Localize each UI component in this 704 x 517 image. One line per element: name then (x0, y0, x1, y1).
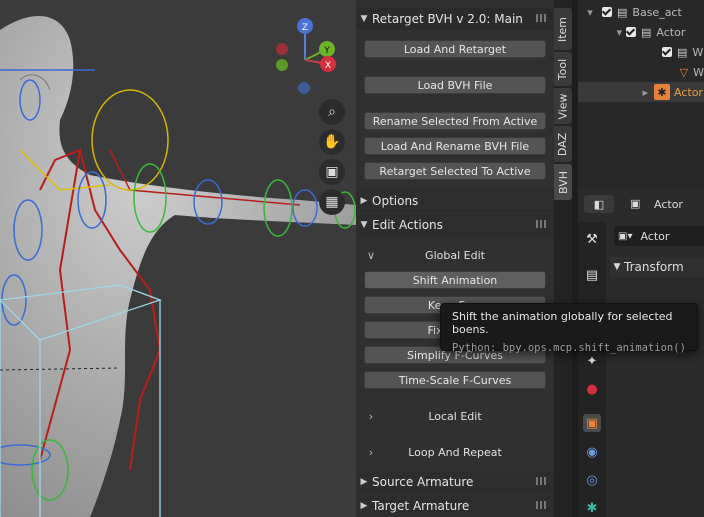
tab-bvh-label: BVH (556, 170, 570, 194)
outliner-label: Actor (656, 25, 686, 39)
chevron-down-icon: ▾ (616, 25, 622, 39)
load-and-retarget-button[interactable]: Load And Retarget (364, 40, 546, 58)
options-header[interactable]: ▶ Options (356, 190, 554, 212)
physics-icon[interactable]: ◎ (583, 471, 601, 489)
gizmo-y-label: Y (323, 46, 330, 56)
outliner-row[interactable]: ▤ W (578, 42, 704, 62)
edit-actions-header[interactable]: ▼ Edit Actions (356, 214, 554, 236)
tab-tool-label: Tool (556, 58, 570, 80)
expand-triangle-icon: ▶ (360, 196, 368, 206)
collapse-triangle-icon: ▼ (360, 14, 368, 24)
chevron-down-icon: ∨ (366, 248, 376, 262)
rename-selected-button[interactable]: Rename Selected From Active (364, 112, 546, 130)
outliner-row[interactable]: ▾ ▤ Actor (578, 22, 704, 42)
chevron-right-icon: › (368, 445, 374, 459)
gizmo-x-label: X (325, 61, 331, 71)
properties-icon: ◧ (593, 197, 605, 211)
tool-icon[interactable]: ⚒ (583, 230, 601, 248)
tab-view[interactable]: View (554, 88, 572, 124)
scene-icon[interactable]: ✦ (583, 352, 601, 370)
world-icon[interactable]: ● (583, 380, 601, 398)
transform-header[interactable]: ▼ Transform (610, 257, 704, 277)
outliner-row[interactable]: ▽ W (578, 62, 704, 82)
mesh-icon: ▽ (679, 65, 689, 79)
armature-data-tab-icon[interactable]: ✱ (583, 499, 601, 517)
source-armature-title: Source Armature (372, 475, 474, 489)
object-name-label: Actor (654, 198, 683, 211)
outliner-label: W (693, 65, 704, 79)
global-edit-label: Global Edit (425, 248, 485, 262)
zoom-icon[interactable]: ⌕ (319, 99, 345, 125)
editor-type-dropdown[interactable]: ◧ (584, 195, 614, 213)
render-icon[interactable]: ▤ (583, 266, 601, 284)
armature-data-icon: ▣▾ (618, 230, 633, 242)
camera-icon[interactable]: ▣ (319, 159, 345, 185)
collapse-triangle-icon: ▼ (360, 220, 368, 230)
source-armature-header[interactable]: ▶ Source Armature (356, 471, 554, 493)
options-title: Options (372, 194, 419, 208)
time-scale-fcurves-button[interactable]: Time-Scale F-Curves (364, 371, 546, 389)
tab-daz-label: DAZ (556, 132, 570, 156)
outliner-row[interactable]: ▾ ▤ Base_act (578, 2, 704, 22)
tab-bvh[interactable]: BVH (554, 164, 572, 200)
data-name-value: Actor (640, 229, 670, 243)
global-edit-subpanel[interactable]: ∨ Global Edit (356, 243, 554, 267)
tooltip-text: Shift the animation globally for selecte… (452, 310, 673, 336)
target-armature-header[interactable]: ▶ Target Armature (356, 495, 554, 517)
local-edit-label: Local Edit (428, 409, 482, 423)
modifier-icon[interactable]: ◉ (583, 443, 601, 461)
sidebar-panel: ▼ Retarget BVH v 2.0: Main Load And Reta… (356, 0, 554, 517)
checkbox[interactable] (602, 7, 612, 17)
retarget-main-title: Retarget BVH v 2.0: Main (372, 12, 523, 26)
sidebar-tabs: Item Tool View DAZ BVH (554, 0, 572, 517)
object-icon: ▣ (630, 197, 641, 210)
load-and-rename-button[interactable]: Load And Rename BVH File (364, 137, 546, 155)
expand-triangle-icon: ▶ (360, 477, 368, 487)
outliner: ▾ ▤ Base_act ▾ ▤ Actor ▤ W ▽ W ▸ ✱ Actor (578, 0, 704, 189)
chevron-right-icon: ▸ (642, 85, 648, 99)
retarget-main-header[interactable]: ▼ Retarget BVH v 2.0: Main (356, 8, 554, 30)
collapse-triangle-icon: ▼ (613, 262, 621, 272)
drag-handle-icon[interactable] (536, 477, 546, 485)
grid-icon[interactable]: ▦ (319, 189, 345, 215)
expand-triangle-icon: ▶ (360, 501, 368, 511)
checkbox[interactable] (662, 47, 672, 57)
edit-actions-title: Edit Actions (372, 218, 443, 232)
data-name-field[interactable]: ▣▾ Actor (614, 226, 704, 246)
hand-icon[interactable]: ✋ (319, 129, 345, 155)
drag-handle-icon[interactable] (536, 220, 546, 228)
checkbox[interactable] (626, 27, 636, 37)
collection-icon: ▤ (677, 45, 688, 59)
transform-title: Transform (624, 260, 684, 274)
chevron-down-icon: ▾ (587, 5, 593, 19)
tooltip: Shift the animation globally for selecte… (440, 303, 698, 354)
retarget-selected-button[interactable]: Retarget Selected To Active (364, 162, 546, 180)
local-edit-subpanel[interactable]: › Local Edit (356, 404, 554, 428)
outliner-row-active[interactable]: ▸ ✱ Actor (578, 82, 704, 102)
3d-viewport[interactable]: Z Y X ⌕ ✋ ▣ ▦ (0, 0, 356, 517)
load-bvh-file-button[interactable]: Load BVH File (364, 76, 546, 94)
loop-repeat-label: Loop And Repeat (408, 445, 502, 459)
tab-tool[interactable]: Tool (554, 52, 572, 86)
tab-item[interactable]: Item (554, 8, 572, 50)
drag-handle-icon[interactable] (536, 501, 546, 509)
outliner-label: Actor (674, 85, 703, 99)
gizmo-z-label: Z (302, 23, 308, 33)
tab-view-label: View (556, 92, 570, 120)
object-properties-icon[interactable]: ▣ (583, 414, 601, 432)
tooltip-python: Python: bpy.ops.mcp.shift_animation() (452, 342, 686, 354)
target-armature-title: Target Armature (372, 499, 470, 513)
tab-daz[interactable]: DAZ (554, 126, 572, 162)
armature-icon: ✱ (654, 84, 670, 100)
outliner-label: Base_act (632, 5, 682, 19)
shift-animation-button[interactable]: Shift Animation (364, 271, 546, 289)
collection-icon: ▤ (617, 5, 628, 19)
loop-repeat-subpanel[interactable]: › Loop And Repeat (356, 440, 554, 464)
viewport-scene: Z Y X (0, 0, 356, 517)
tab-item-label: Item (556, 16, 570, 42)
outliner-label: W (692, 45, 704, 59)
chevron-right-icon: › (368, 409, 374, 423)
drag-handle-icon[interactable] (536, 14, 546, 22)
collection-icon: ▤ (641, 25, 652, 39)
